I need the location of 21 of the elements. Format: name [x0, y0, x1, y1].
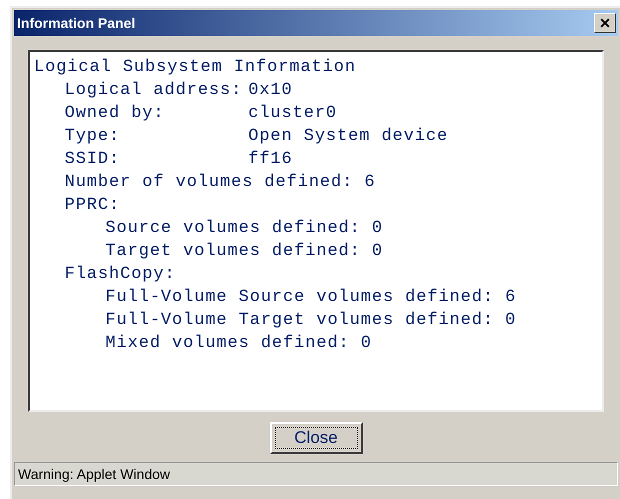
- info-line: Source volumes defined: 0: [105, 218, 383, 240]
- info-line: Full-Volume Source volumes defined: 6: [105, 287, 516, 309]
- info-label: Owned by:: [64, 103, 166, 125]
- info-heading: Logical Subsystem Information: [34, 57, 356, 79]
- info-label: Type:: [64, 126, 122, 148]
- info-value: Open System device: [248, 126, 448, 148]
- info-value: cluster0: [248, 103, 338, 125]
- info-line: Mixed volumes defined: 0: [105, 333, 372, 355]
- info-value: 0x10: [248, 80, 293, 102]
- info-label: SSID:: [64, 149, 122, 171]
- info-line: Full-Volume Target volumes defined: 0: [105, 310, 516, 332]
- info-line: PPRC:: [64, 195, 120, 217]
- info-label: Logical address:: [64, 80, 244, 102]
- info-line: FlashCopy:: [64, 264, 176, 286]
- info-line: Target volumes defined: 0: [105, 241, 383, 263]
- close-button[interactable]: ×: [594, 13, 616, 33]
- status-bar: Warning: Applet Window: [14, 462, 618, 486]
- info-value: ff16: [248, 149, 293, 171]
- close-dialog-button[interactable]: Close: [270, 422, 362, 454]
- window-title: Information Panel: [17, 14, 136, 32]
- info-line: Number of volumes defined: 6: [64, 172, 376, 194]
